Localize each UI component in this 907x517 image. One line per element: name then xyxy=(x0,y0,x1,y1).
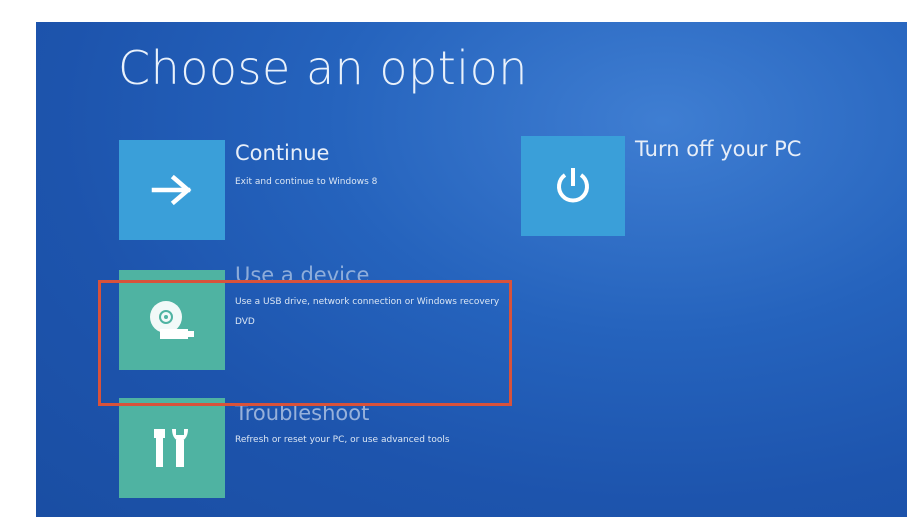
tools-icon xyxy=(152,425,192,471)
use-a-device-title: Use a device xyxy=(235,263,370,287)
disc-drive-icon xyxy=(146,297,198,343)
troubleshoot-tile[interactable] xyxy=(119,398,225,498)
continue-description: Exit and continue to Windows 8 xyxy=(235,177,378,187)
use-a-device-description: Use a USB drive, network connection or W… xyxy=(235,297,500,327)
turn-off-option[interactable]: Turn off your PC xyxy=(521,136,851,238)
continue-option[interactable]: Continue Exit and continue to Windows 8 xyxy=(119,140,519,242)
turn-off-tile[interactable] xyxy=(521,136,625,236)
page-title: Choose an option xyxy=(118,41,528,95)
use-a-device-option[interactable]: Use a device Use a USB drive, network co… xyxy=(119,263,519,372)
continue-tile[interactable] xyxy=(119,140,225,240)
turn-off-title: Turn off your PC xyxy=(635,137,802,161)
power-icon xyxy=(554,166,592,206)
arrow-right-icon xyxy=(150,173,194,207)
continue-title: Continue xyxy=(235,141,330,165)
troubleshoot-title: Troubleshoot xyxy=(235,401,370,425)
troubleshoot-option[interactable]: Troubleshoot Refresh or reset your PC, o… xyxy=(119,398,519,500)
troubleshoot-description: Refresh or reset your PC, or use advance… xyxy=(235,435,450,445)
use-a-device-tile[interactable] xyxy=(119,270,225,370)
recovery-screen: Choose an option Continue Exit and conti… xyxy=(36,22,907,517)
